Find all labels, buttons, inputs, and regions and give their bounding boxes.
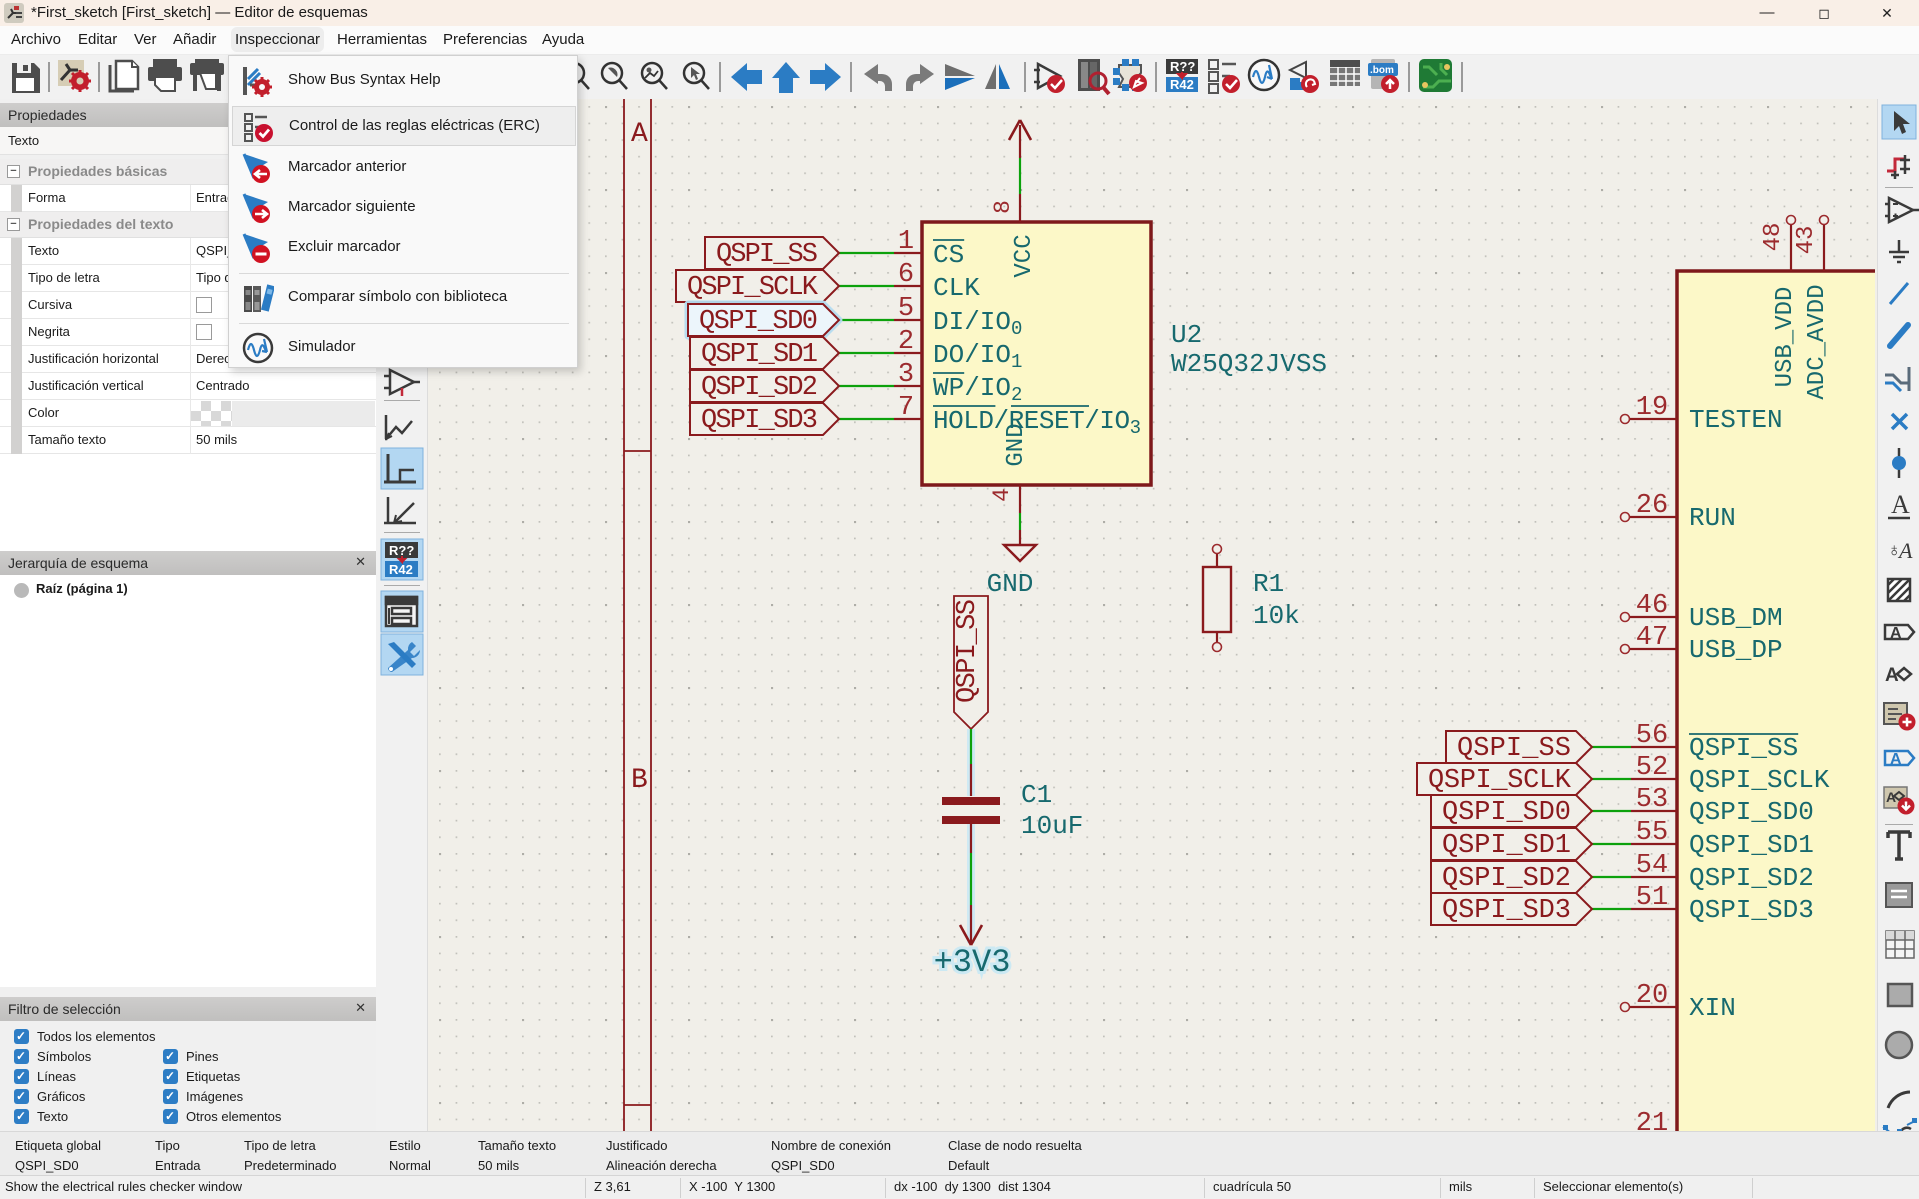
svg-text:VCC: VCC (1011, 234, 1038, 277)
svg-text:USB_DM: USB_DM (1689, 603, 1783, 633)
svg-text:19: 19 (1636, 393, 1668, 423)
svg-text:QSPI_SS: QSPI_SS (1457, 734, 1571, 764)
svg-text:QSPI_SD1: QSPI_SD1 (1442, 831, 1571, 861)
svg-text:XIN: XIN (1689, 993, 1736, 1023)
svg-text:B: B (631, 765, 648, 796)
svg-text:53: 53 (1636, 785, 1668, 815)
svg-text:A: A (1890, 625, 1902, 642)
svg-text:QSPI_SCLK: QSPI_SCLK (687, 273, 819, 303)
svg-text:.bom: .bom (1370, 65, 1394, 76)
svg-text:QSPI_SCLK: QSPI_SCLK (1689, 765, 1830, 795)
svg-text:6: 6 (898, 260, 914, 290)
svg-text:52: 52 (1636, 753, 1668, 783)
svg-text:21: 21 (1636, 1109, 1668, 1131)
svg-text:HOLD/RESET/IO3: HOLD/RESET/IO3 (933, 406, 1141, 439)
svg-text:48: 48 (1760, 223, 1787, 252)
svg-text:R42: R42 (389, 562, 413, 577)
svg-text:4: 4 (989, 488, 1015, 502)
svg-text:2: 2 (898, 327, 914, 357)
svg-text:USB_VDD: USB_VDD (1772, 287, 1799, 388)
svg-text:QSPI_SS: QSPI_SS (1689, 733, 1798, 763)
svg-text:QSPI_SD3: QSPI_SD3 (701, 406, 818, 436)
svg-text:GND: GND (987, 569, 1034, 599)
svg-text:WP/IO2: WP/IO2 (933, 373, 1022, 406)
svg-text:QSPI_SD0: QSPI_SD0 (1442, 798, 1571, 828)
svg-text:A: A (1891, 490, 1910, 519)
svg-text:7: 7 (898, 393, 914, 423)
svg-text:GND: GND (1003, 423, 1030, 466)
svg-text:3: 3 (898, 360, 914, 390)
svg-text:QSPI_SD0: QSPI_SD0 (699, 307, 818, 337)
svg-text:RUN: RUN (1689, 503, 1736, 533)
svg-text:43: 43 (1793, 226, 1820, 255)
svg-text:QSPI_SD2: QSPI_SD2 (701, 373, 818, 403)
svg-text:1: 1 (898, 227, 914, 257)
svg-text:A: A (1890, 751, 1902, 768)
svg-text:A: A (1897, 538, 1913, 563)
svg-text:5: 5 (898, 294, 914, 324)
svg-text:10k: 10k (1253, 601, 1300, 631)
svg-text:DI/IO0: DI/IO0 (933, 307, 1022, 340)
svg-text:QSPI_SD2: QSPI_SD2 (1689, 863, 1814, 893)
svg-text:QSPI_SD3: QSPI_SD3 (1689, 895, 1814, 925)
svg-text:10uF: 10uF (1021, 811, 1083, 841)
svg-text:QSPI_SD1: QSPI_SD1 (1689, 830, 1814, 860)
svg-text:R??: R?? (389, 543, 414, 558)
svg-text:+3V3: +3V3 (934, 944, 1011, 981)
svg-text:U2: U2 (1171, 320, 1202, 350)
svg-text:R1: R1 (1253, 569, 1284, 599)
svg-text:TESTEN: TESTEN (1689, 405, 1783, 435)
svg-text:USB_DP: USB_DP (1689, 635, 1783, 665)
svg-text:QSPI_SD2: QSPI_SD2 (1442, 864, 1571, 894)
svg-text:DO/IO1: DO/IO1 (933, 340, 1022, 373)
svg-text:QSPI_SD0: QSPI_SD0 (1689, 797, 1814, 827)
svg-text:W25Q32JVSS: W25Q32JVSS (1171, 349, 1327, 379)
svg-text:CS: CS (933, 240, 964, 270)
svg-text:8: 8 (990, 200, 1016, 214)
svg-text:QSPI_SD3: QSPI_SD3 (1442, 896, 1571, 926)
svg-text:A: A (631, 119, 648, 150)
svg-text:QSPI_SS: QSPI_SS (716, 240, 818, 270)
svg-text:QSPI_SD1: QSPI_SD1 (701, 340, 818, 370)
svg-text:QSPI_SS: QSPI_SS (953, 599, 983, 703)
svg-text:51: 51 (1636, 883, 1668, 913)
svg-text:ADC_AVDD: ADC_AVDD (1804, 284, 1831, 399)
svg-text:R??: R?? (1170, 59, 1195, 74)
svg-text:20: 20 (1636, 981, 1668, 1011)
svg-text:26: 26 (1636, 491, 1668, 521)
svg-text:QSPI_SCLK: QSPI_SCLK (1428, 766, 1572, 796)
svg-text:56: 56 (1636, 721, 1668, 751)
svg-text:55: 55 (1636, 818, 1668, 848)
svg-text:CLK: CLK (933, 273, 980, 303)
svg-text:47: 47 (1636, 623, 1668, 653)
svg-text:54: 54 (1636, 851, 1668, 881)
svg-text:46: 46 (1636, 591, 1668, 621)
svg-text:C1: C1 (1021, 780, 1052, 810)
